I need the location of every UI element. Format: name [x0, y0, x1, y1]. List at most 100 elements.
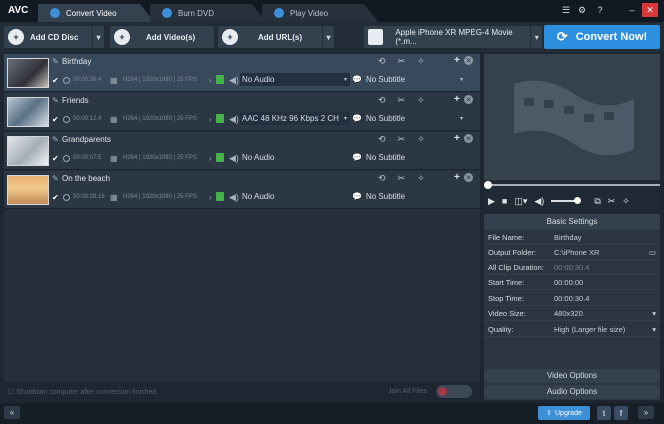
close-icon[interactable]: ✕: [642, 3, 658, 17]
setting-output-folder[interactable]: Output Folder: C:\iPhone XR ▭: [484, 245, 660, 260]
checkbox[interactable]: ✔: [52, 76, 60, 85]
expand-right-button[interactable]: »: [638, 406, 654, 419]
subtitle-select[interactable]: 💬 No Subtitle ▾: [352, 112, 466, 125]
setting-value[interactable]: Birthday: [554, 233, 660, 242]
file-row[interactable]: ✎ Birthday ✔ 00:00:30.4 ▦ H264 | 1920x10…: [4, 54, 480, 92]
chevron-down-icon[interactable]: ▾: [652, 309, 656, 318]
crop-icon[interactable]: ⧉: [594, 196, 600, 207]
add-icon[interactable]: +: [454, 172, 460, 183]
tab-play-video[interactable]: Play Video: [262, 4, 378, 22]
checkbox[interactable]: ✔: [52, 193, 60, 202]
volume-slider[interactable]: [551, 197, 582, 204]
setting-start-time[interactable]: Start Time: 00:00:00: [484, 275, 660, 290]
audio-select[interactable]: AAC 48 KHz 96 Kbps 2 CH ▾: [240, 112, 350, 125]
video-thumbnail[interactable]: [7, 97, 49, 127]
cut-icon[interactable]: ✂: [608, 196, 616, 207]
add-icon[interactable]: +: [454, 55, 460, 66]
list-icon[interactable]: ☰: [560, 4, 572, 16]
chevron-down-icon[interactable]: ▾: [92, 26, 104, 48]
subtitle-select[interactable]: 💬 No Subtitle: [352, 190, 466, 203]
checkbox[interactable]: ✔: [52, 115, 60, 124]
setting-value[interactable]: C:\iPhone XR: [554, 248, 649, 257]
profile-label: Apple iPhone XR MPEG-4 Movie (*.m...: [395, 28, 513, 46]
play-icon[interactable]: ▶: [488, 196, 495, 207]
seek-handle[interactable]: [484, 181, 492, 189]
rotate-icon[interactable]: ⟲: [378, 173, 386, 184]
file-title[interactable]: Friends: [62, 96, 89, 105]
add-video-button[interactable]: + Add Video(s): [110, 26, 214, 48]
upgrade-button[interactable]: ⇧ Upgrade: [538, 406, 590, 420]
setting-value[interactable]: 00:00:00: [554, 278, 660, 287]
stop-icon[interactable]: ■: [502, 196, 507, 206]
edit-icon[interactable]: ✎: [52, 174, 59, 183]
audio-select[interactable]: No Audio ▾: [240, 73, 350, 86]
edit-icon[interactable]: ✎: [52, 135, 59, 144]
volume-icon[interactable]: ◀): [534, 196, 544, 207]
cut-icon[interactable]: ✂: [398, 95, 406, 106]
video-thumbnail[interactable]: [7, 58, 49, 88]
add-icon[interactable]: +: [454, 94, 460, 105]
cut-icon[interactable]: ✂: [398, 134, 406, 145]
cut-icon[interactable]: ✂: [398, 56, 406, 67]
setting-value[interactable]: High (Larger file size): [554, 325, 652, 334]
add-url-button[interactable]: + Add URL(s) ▾: [218, 26, 334, 48]
file-row[interactable]: ✎ On the beach ✔ 00:00:28.16 ▦ H264 | 19…: [4, 171, 480, 209]
effects-icon[interactable]: ✧: [622, 196, 630, 207]
chevron-down-icon[interactable]: ▾: [322, 26, 334, 48]
tab-convert-video[interactable]: Convert Video: [38, 4, 154, 22]
folder-icon[interactable]: ▭: [649, 248, 656, 257]
effects-icon[interactable]: ✧: [417, 95, 425, 106]
close-icon[interactable]: ✕: [464, 95, 473, 104]
setting-value[interactable]: 480x320: [554, 309, 652, 318]
cut-icon[interactable]: ✂: [398, 173, 406, 184]
video-thumbnail[interactable]: [7, 175, 49, 205]
edit-icon[interactable]: ✎: [52, 57, 59, 66]
effects-icon[interactable]: ✧: [417, 173, 425, 184]
effects-icon[interactable]: ✧: [417, 134, 425, 145]
collapse-left-button[interactable]: «: [4, 406, 20, 419]
setting-quality[interactable]: Quality: High (Larger file size) ▾: [484, 322, 660, 337]
file-title[interactable]: On the beach: [62, 174, 110, 183]
rotate-icon[interactable]: ⟲: [378, 95, 386, 106]
output-profile-select[interactable]: Apple iPhone XR MPEG-4 Movie (*.m... ▾: [364, 26, 542, 48]
checkbox[interactable]: ✔: [52, 154, 60, 163]
seek-bar[interactable]: [490, 184, 660, 186]
chevron-down-icon[interactable]: ▾: [530, 26, 542, 48]
video-options-button[interactable]: Video Options: [484, 369, 660, 383]
edit-icon[interactable]: ✎: [52, 96, 59, 105]
rotate-icon[interactable]: ⟲: [378, 134, 386, 145]
close-icon[interactable]: ✕: [464, 56, 473, 65]
setting-file-name[interactable]: File Name: Birthday: [484, 230, 660, 245]
help-icon[interactable]: ?: [594, 4, 606, 16]
rotate-icon[interactable]: ⟲: [378, 56, 386, 67]
setting-stop-time[interactable]: Stop Time: 00:00:30.4: [484, 291, 660, 306]
effects-icon[interactable]: ✧: [417, 56, 425, 67]
add-cd-button[interactable]: + Add CD Disc ▾: [4, 26, 104, 48]
file-title[interactable]: Grandparents: [62, 135, 111, 144]
subtitle-select[interactable]: 💬 No Subtitle: [352, 151, 466, 164]
snapshot-icon[interactable]: ◫▾: [514, 196, 527, 207]
setting-value[interactable]: 00:00:30.4: [554, 294, 660, 303]
audio-options-button[interactable]: Audio Options: [484, 385, 660, 399]
video-thumbnail[interactable]: [7, 136, 49, 166]
add-icon[interactable]: +: [454, 133, 460, 144]
file-title[interactable]: Birthday: [62, 57, 91, 66]
twitter-icon[interactable]: t: [597, 406, 611, 420]
minimize-icon[interactable]: –: [626, 4, 638, 16]
convert-now-button[interactable]: ⟳ Convert Now!: [544, 25, 660, 49]
shutdown-checkbox[interactable]: ☐ Shutdown computer after conversion fin…: [8, 388, 156, 396]
chevron-down-icon[interactable]: ▾: [652, 325, 656, 334]
gear-icon[interactable]: ⚙: [576, 4, 588, 16]
join-all-toggle[interactable]: [436, 385, 472, 398]
close-icon[interactable]: ✕: [464, 134, 473, 143]
tab-burn-dvd[interactable]: Burn DVD: [150, 4, 266, 22]
file-row[interactable]: ✎ Friends ✔ 00:00:12.4 ▦ H264 | 1920x108…: [4, 93, 480, 131]
basic-settings-header[interactable]: Basic Settings: [484, 214, 660, 230]
file-row[interactable]: ✎ Grandparents ✔ 00:00:07.5 ▦ H264 | 192…: [4, 132, 480, 170]
audio-select[interactable]: No Audio: [240, 151, 350, 164]
close-icon[interactable]: ✕: [464, 173, 473, 182]
setting-video-size[interactable]: Video Size: 480x320 ▾: [484, 306, 660, 321]
facebook-icon[interactable]: f: [614, 406, 628, 420]
subtitle-select[interactable]: 💬 No Subtitle ▾: [352, 73, 466, 86]
audio-select[interactable]: No Audio: [240, 190, 350, 203]
